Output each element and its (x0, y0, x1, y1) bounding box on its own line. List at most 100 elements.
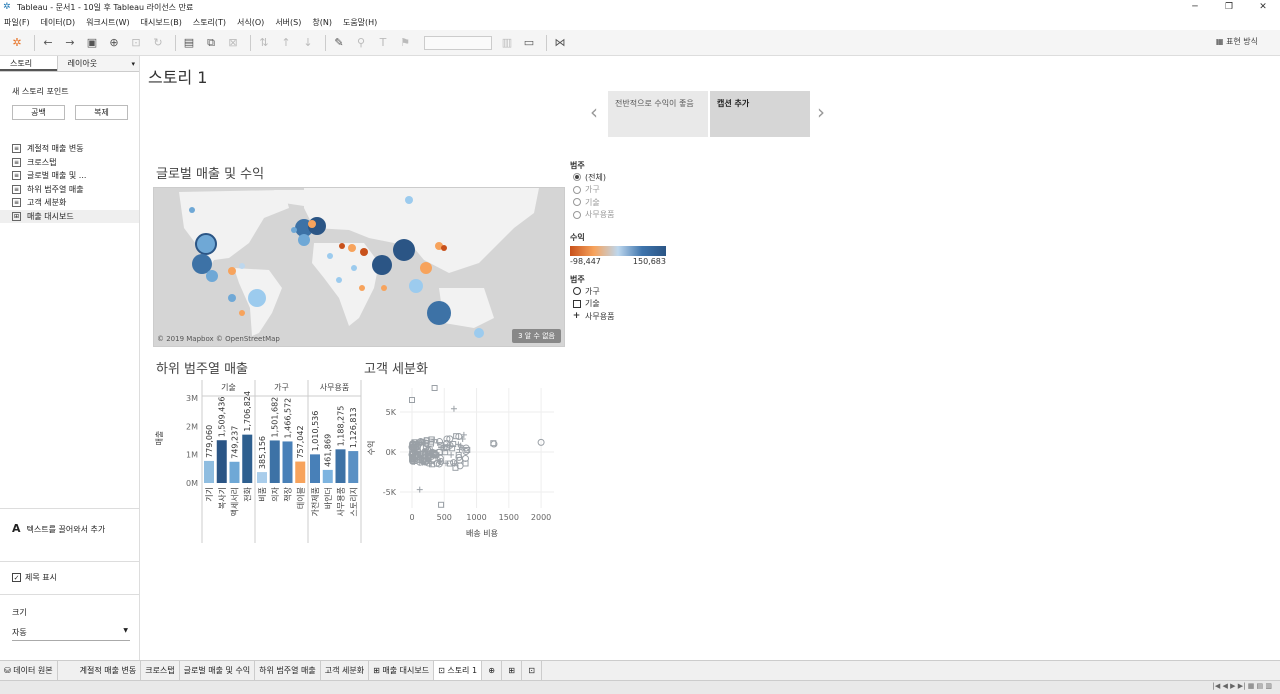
filter-option[interactable]: 기술 (570, 196, 614, 209)
map-point[interactable] (405, 196, 413, 204)
sort-desc-icon[interactable]: ↓ (299, 34, 317, 52)
menu-server[interactable]: 서버(S) (275, 17, 301, 28)
maximize-icon[interactable]: ❐ (1212, 0, 1246, 14)
tab-data-source[interactable]: ⛁ 데이터 원본 (0, 660, 58, 681)
map-point[interactable] (393, 239, 415, 261)
tab-sheet[interactable]: 하위 범주열 매출 (255, 660, 321, 681)
tab-dashboard[interactable]: ⊞ 매출 대시보드 (369, 660, 435, 681)
map-point[interactable] (339, 243, 345, 249)
new-worksheet-icon[interactable]: ⊕ (482, 660, 503, 681)
tab-story[interactable]: 스토리 (0, 56, 57, 71)
map-point[interactable] (239, 263, 245, 269)
minimize-icon[interactable]: ─ (1178, 0, 1212, 14)
map-point[interactable] (228, 267, 236, 275)
map-point[interactable] (420, 262, 432, 274)
chevron-right-icon[interactable]: › (817, 100, 825, 124)
map-point[interactable] (239, 310, 245, 316)
tab-layout[interactable]: 레이아웃 ▾ (56, 56, 139, 71)
map-point[interactable] (409, 279, 423, 293)
shape-legend-item[interactable]: 기술 (570, 298, 614, 311)
map-point[interactable] (248, 289, 266, 307)
chevron-left-icon[interactable]: ‹ (590, 100, 598, 124)
sheet-item[interactable]: ≡ 크로스탭 (0, 156, 139, 170)
size-dropdown[interactable]: 자동 ▼ (12, 627, 130, 641)
map-point[interactable] (336, 277, 342, 283)
sort-asc-icon[interactable]: ↑ (277, 34, 295, 52)
menu-story[interactable]: 스토리(T) (193, 17, 226, 28)
map-point[interactable] (189, 207, 195, 213)
map-point[interactable] (348, 244, 356, 252)
tab-sheet[interactable]: 크로스탭 (141, 660, 180, 681)
duplicate-icon[interactable]: ⧉ (202, 34, 220, 52)
filter-option[interactable]: (전체) (570, 171, 614, 184)
save-icon[interactable]: ▣ (83, 34, 101, 52)
menu-dashboard[interactable]: 대시보드(B) (141, 17, 182, 28)
world-map[interactable]: © 2019 Mapbox © OpenStreetMap 3 알 수 없음 (153, 187, 565, 347)
sheet-navigation-icons[interactable]: |◀ ◀ ▶ ▶| ▦ ▤ ▥ (1213, 682, 1272, 690)
map-point[interactable] (360, 248, 368, 256)
blank-button[interactable]: 공백 (12, 105, 65, 120)
sheet-item[interactable]: ⊞ 매출 대시보드 (0, 209, 139, 223)
show-me-button[interactable]: ▦ 표현 방식 (1216, 36, 1258, 47)
clear-sheet-icon[interactable]: ⊠ (224, 34, 242, 52)
map-point[interactable] (427, 301, 451, 325)
map-point[interactable] (372, 255, 392, 275)
unknown-locations-badge[interactable]: 3 알 수 없음 (512, 329, 561, 343)
pin-icon[interactable]: ⚑ (396, 34, 414, 52)
tab-sheet[interactable]: 글로벌 매출 및 수익 (180, 660, 256, 681)
map-point[interactable] (298, 234, 310, 246)
menu-format[interactable]: 서식(O) (237, 17, 264, 28)
shape-legend-item[interactable]: 가구 (570, 285, 614, 298)
map-point[interactable] (206, 270, 218, 282)
tab-story[interactable]: ⊡ 스토리 1 (434, 660, 483, 681)
map-point[interactable] (228, 294, 236, 302)
category-filter-legend: 범주 (전체) 가구 기술 사무용품 (570, 160, 614, 221)
menu-worksheet[interactable]: 워크시트(W) (86, 17, 130, 28)
map-point[interactable] (441, 245, 447, 251)
sheet-item[interactable]: ≡ 글로벌 매출 및 ... (0, 169, 139, 183)
share-icon[interactable]: ⋈ (551, 34, 569, 52)
filter-option[interactable]: 사무용품 (570, 209, 614, 222)
pause-updates-icon[interactable]: ⊡ (127, 34, 145, 52)
highlight-icon[interactable]: ✎ (330, 34, 348, 52)
map-point[interactable] (327, 253, 333, 259)
fit-dropdown[interactable] (424, 35, 492, 50)
refresh-icon[interactable]: ↻ (149, 34, 167, 52)
filter-option[interactable]: 가구 (570, 184, 614, 197)
map-point[interactable] (195, 233, 217, 255)
story-point-1[interactable]: 전반적으로 수익이 좋음 (608, 91, 708, 137)
sheet-item[interactable]: ≡ 계절적 매출 변동 (0, 142, 139, 156)
menu-file[interactable]: 파일(F) (4, 17, 30, 28)
tab-sheet[interactable]: 계절적 매출 변동 (58, 660, 142, 681)
drag-text-object[interactable]: A 텍스트를 끌어와서 추가 (12, 522, 105, 535)
redo-icon[interactable]: → (61, 34, 79, 52)
close-icon[interactable]: ✕ (1246, 0, 1280, 14)
story-point-2[interactable]: 캡션 추가 (710, 91, 810, 137)
map-point[interactable] (381, 285, 387, 291)
new-datasource-icon[interactable]: ⊕ (105, 34, 123, 52)
duplicate-button[interactable]: 복제 (75, 105, 128, 120)
shape-legend-item[interactable]: + 사무용품 (570, 310, 615, 323)
map-point[interactable] (359, 285, 365, 291)
undo-icon[interactable]: ← (39, 34, 57, 52)
new-story-icon[interactable]: ⊡ (522, 660, 543, 681)
show-title-checkbox[interactable]: ✓ 제목 표시 (12, 572, 57, 583)
new-dashboard-icon[interactable]: ⊞ (502, 660, 523, 681)
sheet-item[interactable]: ≡ 하위 범주열 매출 (0, 183, 139, 197)
map-point[interactable] (474, 328, 484, 338)
tableau-home-icon[interactable]: ✲ (8, 34, 26, 52)
show-cards-icon[interactable]: ▥ (498, 34, 516, 52)
group-icon[interactable]: ⚲ (352, 34, 370, 52)
sheet-item[interactable]: ≡ 고객 세분화 (0, 196, 139, 210)
tab-sheet[interactable]: 고객 세분화 (321, 660, 370, 681)
map-point[interactable] (351, 265, 357, 271)
labels-icon[interactable]: T (374, 34, 392, 52)
map-point[interactable] (308, 220, 316, 228)
map-point[interactable] (291, 227, 297, 233)
menu-window[interactable]: 창(N) (312, 17, 332, 28)
menu-data[interactable]: 데이터(D) (41, 17, 75, 28)
new-worksheet-icon[interactable]: ▤ (180, 34, 198, 52)
swap-icon[interactable]: ⇅ (255, 34, 273, 52)
presentation-icon[interactable]: ▭ (520, 34, 538, 52)
menu-help[interactable]: 도움말(H) (343, 17, 377, 28)
